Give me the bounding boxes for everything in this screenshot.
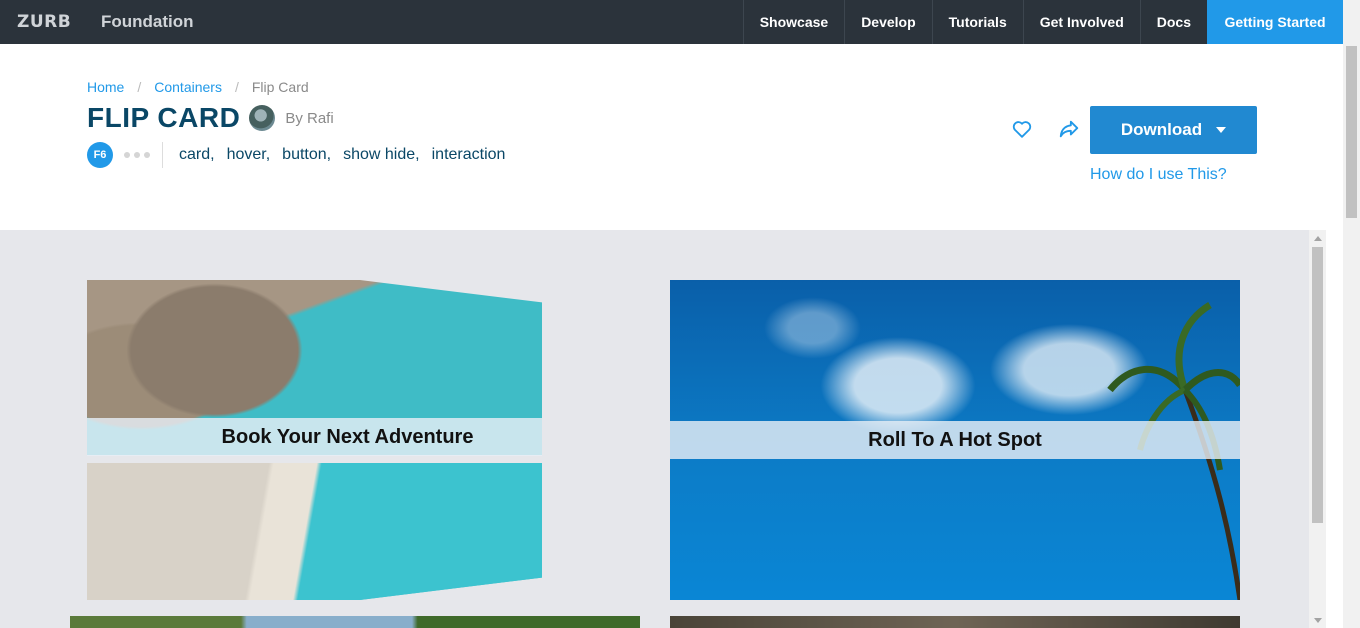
breadcrumb-current: Flip Card [251,79,309,95]
author-name[interactable]: By Rafi [285,110,333,127]
page-title: FLIP CARD [87,102,241,133]
breadcrumb-separator: / [234,79,239,95]
chevron-down-icon [1216,127,1227,133]
card-label: Book Your Next Adventure [87,418,542,456]
nav-item-showcase[interactable]: Showcase [742,0,844,44]
card-image-lower [87,463,542,600]
page-scrollbar-thumb[interactable] [1346,46,1357,218]
scroll-up-arrow-icon[interactable] [1314,236,1322,241]
nav-item-get-involved[interactable]: Get Involved [1022,0,1140,44]
demo-content-area: Book Your Next Adventure Roll To A Hot S… [0,230,1309,628]
main-nav: Showcase Develop Tutorials Get Involved … [742,0,1343,44]
nav-item-docs[interactable]: Docs [1139,0,1207,44]
foundation-version-badge: F6 [87,142,113,168]
nav-item-develop[interactable]: Develop [844,0,931,44]
tags-row: F6 card, hover, button, show hide, inter… [87,142,517,168]
breadcrumb-home-link[interactable]: Home [87,79,124,95]
logo-text: Foundation [101,12,194,31]
breadcrumb-separator: / [137,79,142,95]
getting-started-button[interactable]: Getting Started [1207,0,1343,44]
tag-card[interactable]: card, [179,146,215,164]
divider [162,142,163,168]
foundation-logo[interactable]: ZURB Foundation [17,12,194,32]
heart-icon[interactable] [1011,118,1033,140]
more-dots-icon[interactable] [124,152,150,158]
nav-item-tutorials[interactable]: Tutorials [931,0,1023,44]
tag-interaction[interactable]: interaction [432,146,506,164]
tag-button[interactable]: button, [282,146,331,164]
download-button[interactable]: Download [1090,106,1257,154]
download-label: Download [1120,120,1203,139]
title-row: FLIP CARD By Rafi [87,102,334,134]
content-scrollbar-thumb[interactable] [1312,247,1323,523]
flip-seam [87,455,542,463]
tag-show-hide[interactable]: show hide, [343,146,420,164]
flip-card-hot-spot[interactable]: Roll To A Hot Spot [670,280,1240,600]
flip-card-partial[interactable] [70,616,640,628]
page-header: Home / Containers / Flip Card FLIP CARD … [0,44,1343,230]
breadcrumb-containers-link[interactable]: Containers [154,79,222,95]
share-icon[interactable] [1058,118,1080,140]
zurb-logo-mark: ZURB [17,12,72,32]
how-to-use-link[interactable]: How do I use This? [1090,166,1227,184]
avatar[interactable] [249,105,276,131]
breadcrumb: Home / Containers / Flip Card [87,79,309,95]
card-label: Roll To A Hot Spot [670,421,1240,459]
flip-card-adventure[interactable]: Book Your Next Adventure [87,280,542,600]
flip-card-partial[interactable] [670,616,1240,628]
top-navigation-bar: ZURB Foundation Showcase Develop Tutoria… [0,0,1343,44]
scroll-down-arrow-icon[interactable] [1314,618,1322,623]
tag-hover[interactable]: hover, [227,146,271,164]
